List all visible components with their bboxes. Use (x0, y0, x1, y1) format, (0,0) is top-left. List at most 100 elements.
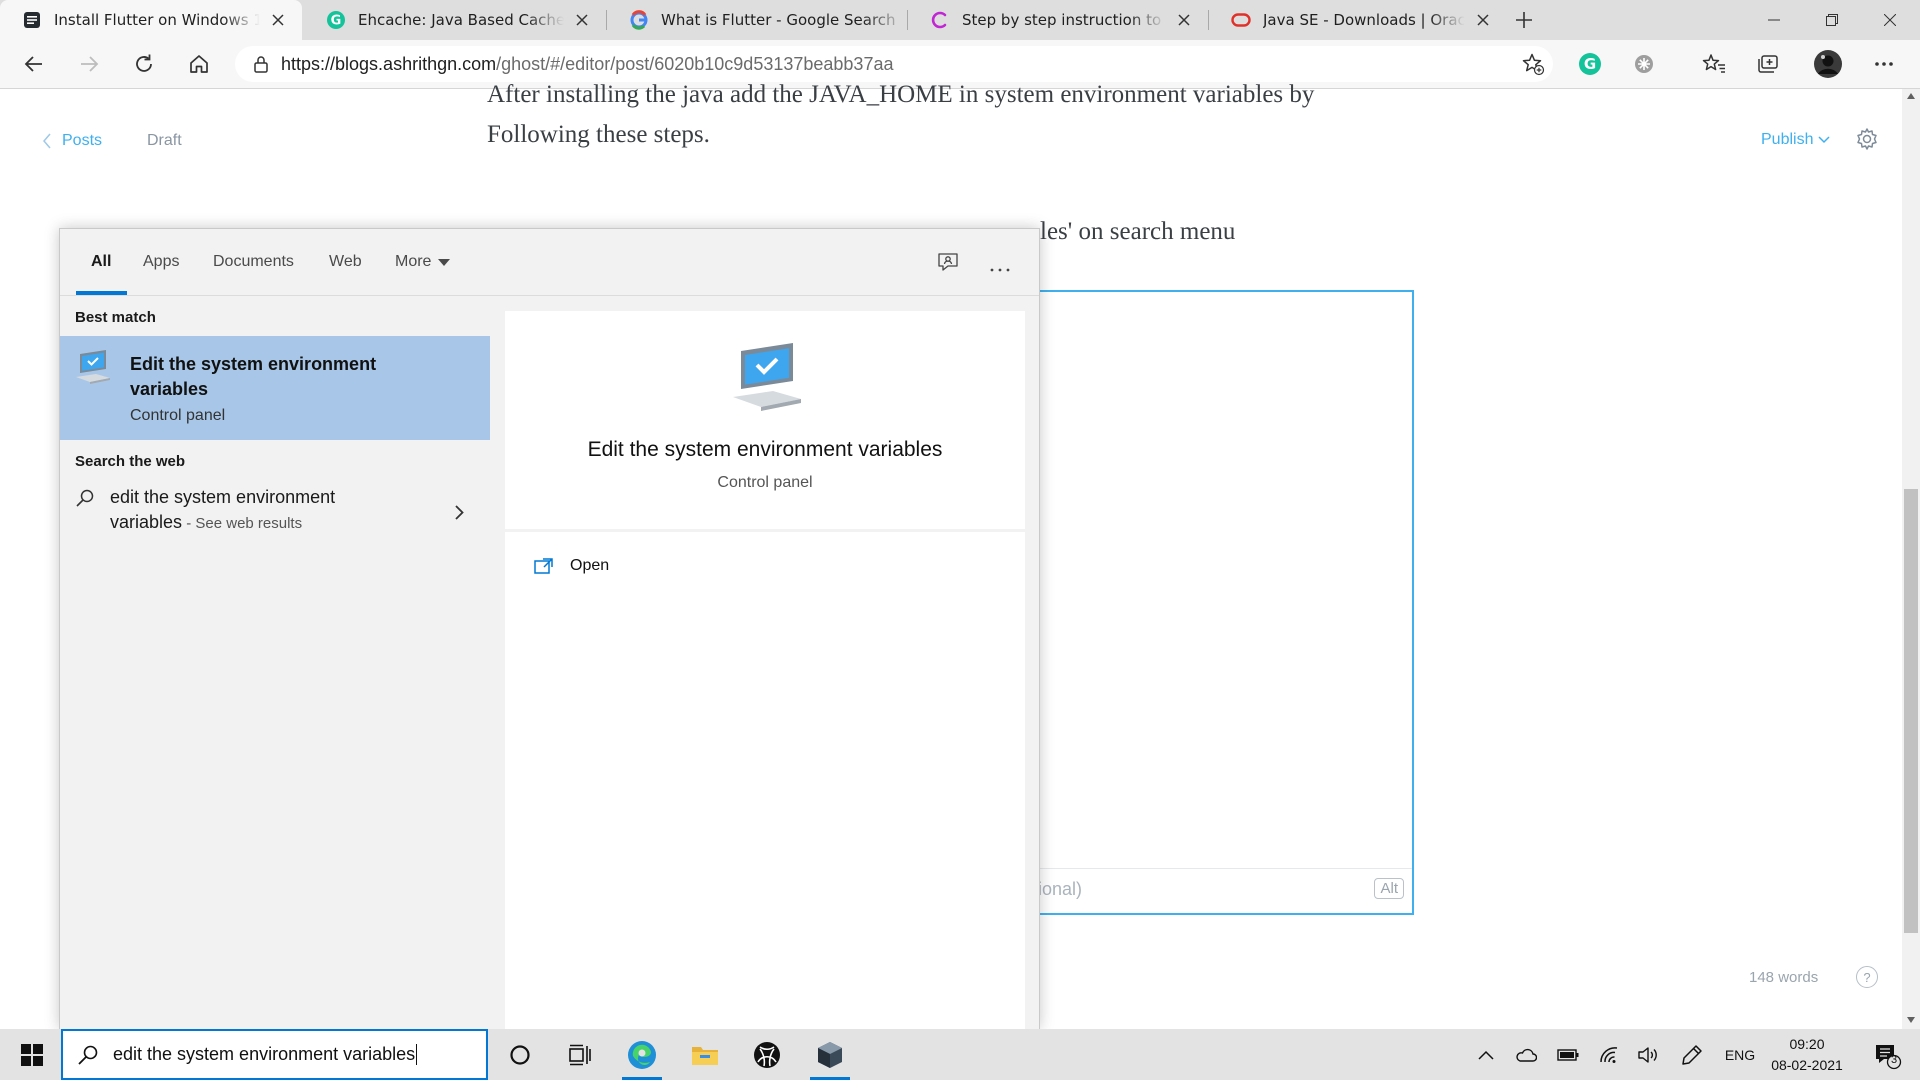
close-tab-icon[interactable] (266, 8, 290, 32)
web-search-result[interactable]: edit the system environment variables - … (60, 477, 490, 549)
extension-button[interactable] (1626, 46, 1662, 82)
pen-workspace-button[interactable] (1676, 1029, 1708, 1080)
web-result-line: variables (110, 512, 183, 532)
edge-browser-button[interactable] (614, 1029, 670, 1080)
feedback-icon (938, 253, 958, 271)
settings-more-button[interactable] (1866, 46, 1902, 82)
xbox-button[interactable] (739, 1029, 795, 1080)
filter-tab-apps[interactable]: Apps (143, 253, 179, 271)
volume-button[interactable] (1633, 1029, 1663, 1080)
article-paragraph[interactable]: After installing the java add the JAVA_H… (487, 75, 1447, 155)
battery-button[interactable] (1553, 1029, 1583, 1080)
tab-ehcache[interactable]: G Ehcache: Java Based Cache in Spring (304, 0, 606, 40)
input-language[interactable]: ENG (1720, 1029, 1760, 1080)
search-icon (76, 489, 94, 507)
close-tab-icon[interactable] (1471, 8, 1495, 32)
paragraph-line: After installing the java add the JAVA_H… (487, 81, 1315, 108)
task-view-button[interactable] (552, 1029, 608, 1080)
home-button[interactable] (181, 46, 217, 82)
help-icon[interactable]: ? (1856, 966, 1878, 988)
favorites-button[interactable] (1696, 46, 1732, 82)
refresh-icon (136, 54, 152, 72)
taskbar-search-box[interactable]: edit the system environment variables (61, 1029, 488, 1080)
best-match-heading: Best match (75, 309, 156, 326)
chevron-down-icon (1818, 136, 1831, 144)
caption-placeholder: ional) (1038, 879, 1083, 899)
tab-step-by-step[interactable]: Step by step instruction to install (908, 0, 1208, 40)
forward-button[interactable] (71, 46, 107, 82)
image-caption-bar[interactable]: ional) Alt (1038, 868, 1412, 913)
plus-icon (1516, 12, 1532, 28)
grammarly-icon: G (1579, 53, 1601, 75)
windows-taskbar: edit the system environment variables EN… (0, 1029, 1920, 1080)
best-match-subtitle: Control panel (130, 407, 226, 424)
filter-tab-all[interactable]: All (91, 253, 111, 271)
search-query: edit the system environment variables (113, 1044, 418, 1065)
scroll-up-icon[interactable] (1907, 93, 1915, 99)
grammarly-extension-button[interactable]: G (1572, 46, 1608, 82)
scrollbar-thumb[interactable] (1904, 489, 1918, 933)
chevron-up-icon (1478, 1050, 1494, 1060)
file-explorer-button[interactable] (677, 1029, 733, 1080)
filter-tab-more[interactable]: More (395, 253, 451, 271)
start-button[interactable] (4, 1029, 60, 1080)
tab-title: Ehcache: Java Based Cache in Spring (358, 11, 564, 29)
windows-search-flyout: All Apps Documents Web More Best match E… (59, 228, 1040, 1030)
filter-tab-documents[interactable]: Documents (213, 253, 294, 271)
tab-java-se-downloads[interactable]: Java SE - Downloads | Oracle Techn (1209, 0, 1507, 40)
chevron-right-icon[interactable] (455, 505, 464, 520)
close-icon (1884, 14, 1896, 26)
gear-icon (1857, 128, 1877, 150)
tab-title: Install Flutter on Windows 10 - Ja (54, 11, 260, 29)
open-action[interactable]: Open (534, 557, 609, 575)
publish-label: Publish (1761, 131, 1814, 148)
result-detail-pane: Edit the system environment variables Co… (505, 311, 1025, 1030)
more-horizontal-icon (1875, 62, 1893, 66)
tab-install-flutter[interactable]: Install Flutter on Windows 10 - Ja (0, 0, 302, 40)
c-icon (930, 10, 950, 30)
svg-text:G: G (1584, 55, 1596, 73)
profile-button[interactable] (1810, 46, 1846, 82)
wifi-button[interactable] (1594, 1029, 1624, 1080)
task-view-icon (569, 1044, 591, 1065)
avatar (1814, 50, 1842, 78)
show-hidden-icons-button[interactable] (1472, 1029, 1500, 1080)
filter-tab-web[interactable]: Web (329, 253, 362, 271)
pen-icon (1682, 1044, 1702, 1065)
close-tab-icon[interactable] (570, 8, 594, 32)
selected-tab-indicator (76, 291, 127, 295)
cortana-button[interactable] (492, 1029, 548, 1080)
tab-google-search[interactable]: What is Flutter - Google Search (607, 0, 907, 40)
onedrive-button[interactable] (1511, 1029, 1541, 1080)
best-match-result[interactable]: Edit the system environment variables Co… (60, 336, 490, 440)
cortana-icon (510, 1044, 530, 1065)
url-path: /ghost/#/editor/post/6020b10c9d53137beab… (496, 53, 894, 74)
close-tab-icon[interactable] (1172, 8, 1196, 32)
publish-button[interactable]: Publish (1761, 131, 1831, 149)
collections-button[interactable] (1751, 46, 1787, 82)
best-match-title: Edit the system environment variables (130, 352, 376, 402)
back-button[interactable] (16, 46, 52, 82)
add-favorite-icon[interactable] (1521, 52, 1545, 76)
bullet-text[interactable]: les' on search menu (1040, 212, 1235, 252)
page-scrollbar[interactable] (1902, 89, 1920, 1029)
minimize-button[interactable] (1746, 0, 1802, 40)
scroll-down-icon[interactable] (1907, 1017, 1915, 1023)
refresh-button[interactable] (126, 46, 162, 82)
back-to-posts-link[interactable]: Posts (42, 132, 102, 150)
url-domain: https://blogs.ashrithgn.com (281, 53, 497, 74)
wifi-icon (1600, 1046, 1618, 1063)
title-line: variables (130, 379, 209, 399)
close-window-button[interactable] (1862, 0, 1918, 40)
action-center-button[interactable]: 3 (1865, 1029, 1909, 1080)
paragraph-line: Following these steps. (487, 121, 710, 148)
app-button[interactable] (802, 1029, 858, 1080)
image-card[interactable]: ional) Alt (1036, 290, 1414, 915)
restore-button[interactable] (1804, 0, 1860, 40)
clock[interactable]: 09:20 08-02-2021 (1762, 1029, 1852, 1080)
more-options-button[interactable] (990, 259, 1010, 277)
new-tab-button[interactable] (1500, 0, 1548, 40)
post-settings-button[interactable] (1855, 127, 1879, 155)
feedback-button[interactable] (937, 251, 959, 278)
alt-text-button[interactable]: Alt (1374, 878, 1404, 899)
